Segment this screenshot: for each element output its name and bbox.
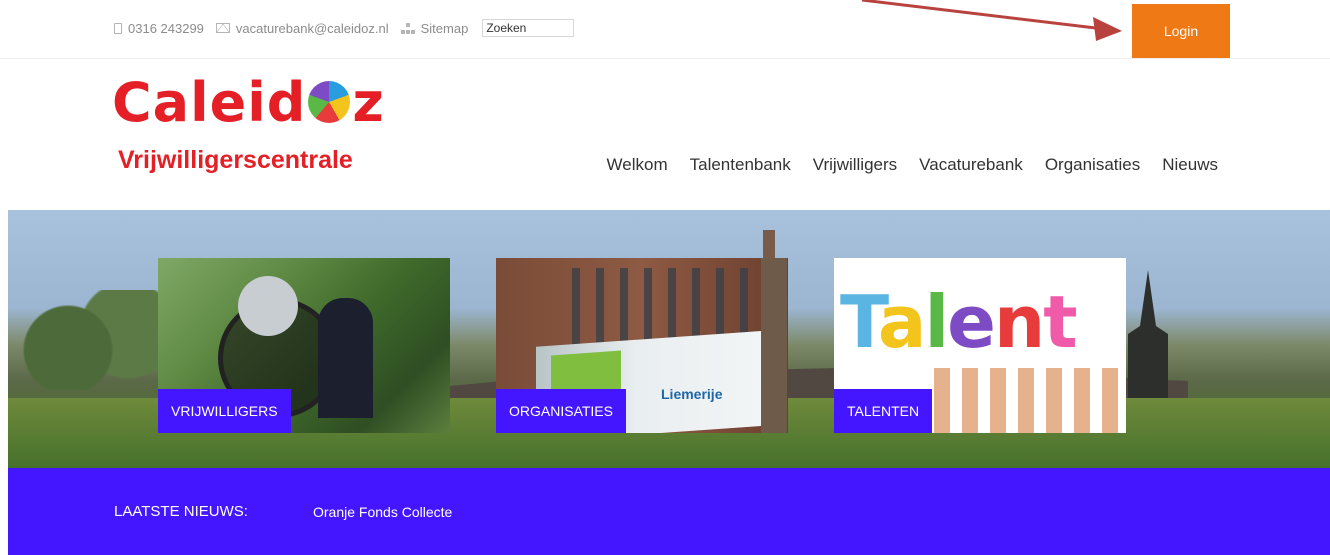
login-button[interactable]: Login [1132, 4, 1230, 58]
sitemap-item[interactable]: Sitemap [400, 21, 469, 36]
sign-text: Liemerije [661, 386, 723, 402]
phone-number: 0316 243299 [128, 20, 204, 36]
email-link[interactable]: vacaturebank@caleidoz.nl [236, 21, 389, 36]
site-logo[interactable]: Caleid z Vrijwilligerscentrale [112, 72, 402, 192]
sitemap-link[interactable]: Sitemap [421, 21, 469, 36]
news-item-link[interactable]: Oranje Fonds Collecte [313, 504, 452, 520]
mail-icon [215, 23, 230, 33]
nav-item-vrijwilligers[interactable]: Vrijwilligers [813, 155, 897, 175]
card-vrijwilligers[interactable]: VRIJWILLIGERS [158, 258, 450, 433]
latest-news-bar: LAATSTE NIEUWS: Oranje Fonds Collecte [8, 468, 1330, 555]
contact-info: 0316 243299 vacaturebank@caleidoz.nl Sit… [114, 19, 575, 37]
logo-ball-icon [308, 81, 351, 123]
caregiver-image [318, 298, 373, 418]
nav-item-vacaturebank[interactable]: Vacaturebank [919, 155, 1023, 175]
search-input[interactable] [482, 19, 575, 37]
news-title: LAATSTE NIEUWS: [114, 503, 248, 520]
card-label-talenten[interactable]: TALENTEN [834, 389, 933, 433]
person-image [238, 276, 298, 336]
nav-item-welkom[interactable]: Welkom [607, 155, 668, 175]
logo-subtitle: Vrijwilligerscentrale [118, 146, 353, 174]
hero-banner: VRIJWILLIGERS Liemerije ORGANISATIES Tal… [8, 210, 1330, 468]
banner-trees [8, 290, 158, 390]
raised-hands-image [934, 368, 1124, 433]
top-bar: 0316 243299 vacaturebank@caleidoz.nl Sit… [0, 0, 1330, 59]
talent-word-image: Talent [840, 280, 1078, 364]
phone-item: 0316 243299 [114, 21, 204, 36]
nav-item-organisaties[interactable]: Organisaties [1045, 155, 1140, 175]
card-talenten[interactable]: Talent TALENTEN [834, 258, 1126, 433]
sitemap-icon [400, 22, 415, 34]
card-label-vrijwilligers[interactable]: VRIJWILLIGERS [158, 389, 291, 433]
nav-item-nieuws[interactable]: Nieuws [1162, 155, 1218, 175]
card-organisaties[interactable]: Liemerije ORGANISATIES [496, 258, 788, 433]
phone-icon [114, 22, 122, 34]
nav-item-talentenbank[interactable]: Talentenbank [690, 155, 791, 175]
tree-trunk-image [761, 258, 787, 433]
card-label-organisaties[interactable]: ORGANISATIES [496, 389, 626, 433]
email-item[interactable]: vacaturebank@caleidoz.nl [215, 21, 389, 36]
main-nav: Welkom Talentenbank Vrijwilligers Vacatu… [585, 155, 1218, 175]
logo-wordmark: Caleid z [112, 71, 385, 134]
